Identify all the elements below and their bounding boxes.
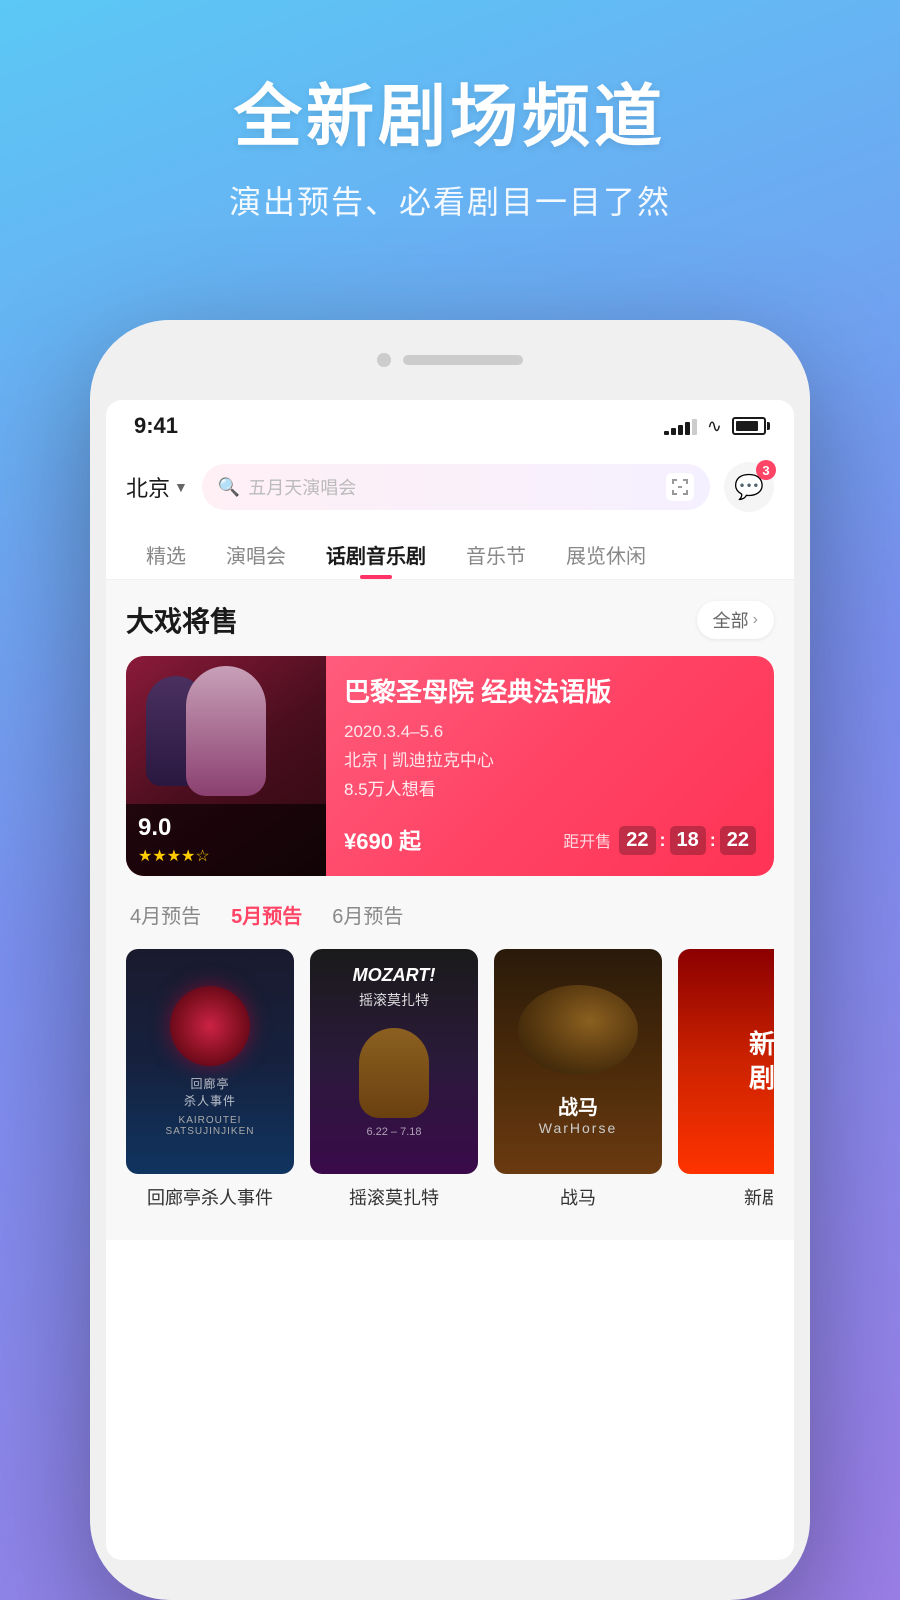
- wifi-icon: ∿: [707, 416, 722, 437]
- featured-want: 8.5万人想看: [344, 780, 436, 799]
- rose-decoration: [170, 986, 250, 1066]
- featured-poster: 9.0 ★★★★☆: [126, 656, 326, 876]
- show-card-kairoutei[interactable]: 回廊亭杀人事件 KAIROUTEI SATSUJINJIKEN 回廊亭杀人事件: [126, 949, 294, 1210]
- mozart-subtitle-text: 摇滚莫扎特: [359, 990, 429, 1010]
- warhorse-logo: 战马 WarHorse: [539, 1091, 618, 1138]
- see-all-label: 全部: [713, 607, 749, 633]
- show-name-mozart: 摇滚莫扎特: [310, 1184, 478, 1210]
- status-bar: 9:41 ∿: [106, 400, 794, 452]
- phone-notch: [90, 320, 810, 400]
- horse-eye-art: [518, 985, 638, 1075]
- status-time: 9:41: [134, 413, 178, 439]
- tab-yinyuejie[interactable]: 音乐节: [446, 530, 546, 579]
- message-badge: 3: [756, 460, 776, 480]
- timer-label: 距开售: [563, 828, 611, 852]
- tab-jingxuan[interactable]: 精选: [126, 530, 206, 579]
- warhorse-zh-title: 战马: [539, 1091, 618, 1120]
- poster-en-subtitle: KAIROUTEI SATSUJINJIKEN: [142, 1115, 278, 1137]
- featured-meta: 2020.3.4–5.6 北京 | 凯迪拉克中心 8.5万人想看: [344, 718, 756, 805]
- tab-yanchang[interactable]: 演唱会: [206, 530, 306, 579]
- phone-mockup: 9:41 ∿ 北京: [90, 320, 810, 1600]
- show-poster-mozart: MOZART! 摇滚莫扎特 6.22 – 7.18: [310, 949, 478, 1174]
- see-all-button[interactable]: 全部 ›: [697, 601, 774, 639]
- tab-june[interactable]: 6月预告: [332, 900, 403, 931]
- featured-info-top: 巴黎圣母院 经典法语版 2020.3.4–5.6 北京 | 凯迪拉克中心 8.5…: [344, 676, 756, 804]
- phone-body: 9:41 ∿ 北京: [90, 320, 810, 1600]
- city-name: 北京: [126, 471, 170, 503]
- show-poster-warhorse: 战马 WarHorse: [494, 949, 662, 1174]
- poster-rating: 9.0: [138, 814, 314, 842]
- signal-icon: [664, 417, 697, 435]
- featured-info: 巴黎圣母院 经典法语版 2020.3.4–5.6 北京 | 凯迪拉克中心 8.5…: [326, 656, 774, 876]
- fourth-poster-text: 新剧: [733, 1012, 774, 1112]
- warhorse-en-title: WarHorse: [539, 1120, 618, 1136]
- mozart-dates: 6.22 – 7.18: [366, 1126, 421, 1138]
- upcoming-section-header: 大戏将售 全部 ›: [126, 600, 774, 640]
- timer-hours: 22: [619, 826, 655, 855]
- poster-jp-title: 回廊亭杀人事件: [184, 1076, 236, 1110]
- hero-section: 全新剧场频道 演出预告、必看剧目一目了然: [0, 80, 900, 223]
- poster-overlay: 9.0 ★★★★☆: [126, 804, 326, 876]
- show-name-fourth: 新剧: [678, 1184, 774, 1210]
- featured-title: 巴黎圣母院 经典法语版: [344, 676, 756, 710]
- scan-button[interactable]: [666, 473, 694, 501]
- timer-minutes: 18: [670, 826, 706, 855]
- see-all-arrow: ›: [753, 611, 758, 629]
- show-poster-fourth: 新剧: [678, 949, 774, 1174]
- show-card-mozart[interactable]: MOZART! 摇滚莫扎特 6.22 – 7.18 摇滚莫扎特: [310, 949, 478, 1210]
- timer-seconds: 22: [720, 826, 756, 855]
- show-card-fourth[interactable]: 新剧 新剧: [678, 949, 774, 1210]
- tab-april[interactable]: 4月预告: [130, 900, 201, 931]
- search-area: 北京 ▼ 🔍 五月天演唱会: [106, 452, 794, 524]
- shows-grid: 回廊亭杀人事件 KAIROUTEI SATSUJINJIKEN 回廊亭杀人事件 …: [126, 949, 774, 1220]
- show-name-warhorse: 战马: [494, 1184, 662, 1210]
- tab-huaju[interactable]: 话剧音乐剧: [306, 530, 446, 579]
- featured-price: ¥690 起: [344, 824, 421, 856]
- city-selector[interactable]: 北京 ▼: [126, 471, 188, 503]
- battery-icon: [732, 417, 766, 435]
- phone-screen: 9:41 ∿ 北京: [106, 400, 794, 1560]
- show-card-warhorse[interactable]: 战马 WarHorse 战马: [494, 949, 662, 1210]
- mozart-figure: [359, 1028, 429, 1118]
- speaker-bar: [403, 355, 523, 365]
- show-poster-kairoutei: 回廊亭杀人事件 KAIROUTEI SATSUJINJIKEN: [126, 949, 294, 1174]
- mozart-title-text: MOZART!: [353, 965, 436, 986]
- search-icon: 🔍: [218, 477, 240, 498]
- tab-zhanlan[interactable]: 展览休闲: [546, 530, 666, 579]
- camera-dot: [377, 353, 391, 367]
- category-tabs: 精选 演唱会 话剧音乐剧 音乐节 展览休闲: [106, 524, 794, 580]
- show-name-kairoutei: 回廊亭杀人事件: [126, 1184, 294, 1210]
- hero-title: 全新剧场频道: [0, 80, 900, 155]
- featured-bottom: ¥690 起 距开售 22 : 18 : 22: [344, 824, 756, 856]
- month-tabs: 4月预告 5月预告 6月预告: [126, 900, 774, 931]
- hero-subtitle: 演出预告、必看剧目一目了然: [0, 177, 900, 223]
- main-content: 大戏将售 全部 › 9.0 ★★★★: [106, 580, 794, 1240]
- city-dropdown-arrow: ▼: [174, 479, 188, 495]
- poster-artwork: [126, 666, 326, 806]
- message-button[interactable]: 💬 3: [724, 462, 774, 512]
- upcoming-title: 大戏将售: [126, 600, 238, 640]
- featured-timer: 距开售 22 : 18 : 22: [563, 826, 756, 855]
- status-icons: ∿: [664, 416, 766, 437]
- search-placeholder-text: 五月天演唱会: [248, 474, 658, 500]
- search-box[interactable]: 🔍 五月天演唱会: [202, 464, 710, 510]
- tab-may[interactable]: 5月预告: [231, 900, 302, 931]
- poster-stars: ★★★★☆: [138, 848, 210, 865]
- featured-venue: 北京 | 凯迪拉克中心: [344, 751, 494, 770]
- featured-card[interactable]: 9.0 ★★★★☆ 巴黎圣母院 经典法语版 2020.3.4–5.6 北京 | …: [126, 656, 774, 876]
- featured-date: 2020.3.4–5.6: [344, 722, 443, 741]
